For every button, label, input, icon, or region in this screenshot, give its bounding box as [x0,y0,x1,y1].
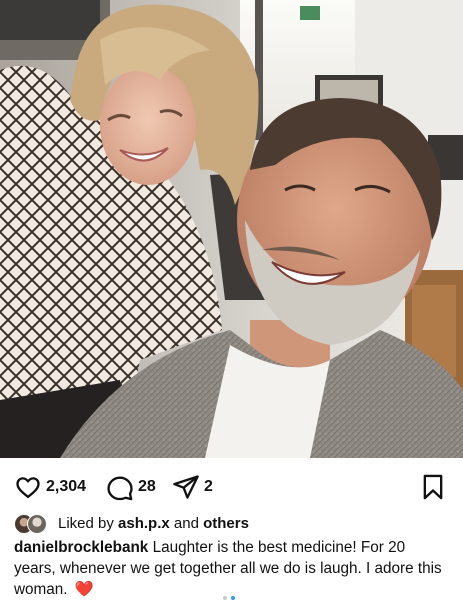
share-count[interactable]: 2 [204,478,213,496]
liked-by-username[interactable]: ash.p.x [118,515,170,532]
paper-plane-icon [172,473,200,501]
caption-username[interactable]: danielbrocklebank [14,539,148,556]
save-button[interactable] [420,470,446,504]
carousel-dots [223,596,237,600]
comment-button[interactable]: 28 [106,470,156,504]
like-button[interactable]: 2,304 [14,470,86,504]
liked-by-prefix: Liked by [58,514,114,532]
liked-by-others[interactable]: others [203,515,249,532]
selfie-image [0,0,463,458]
red-heart-emoji: ❤️ [74,581,94,598]
comment-count[interactable]: 28 [138,478,156,496]
liked-by-and: and [173,514,199,532]
share-button[interactable]: 2 [172,470,213,504]
liker-avatars[interactable] [14,512,54,534]
liked-by-row: Liked by ash.p.x and others [14,512,249,534]
post-photo[interactable] [0,0,463,458]
post-action-bar: 2,304 28 2 [0,470,463,504]
post-caption: danielbrocklebank Laughter is the best m… [14,537,450,600]
avatar[interactable] [27,514,47,534]
comment-bubble-icon [106,473,134,501]
heart-outline-icon [14,473,42,501]
bookmark-icon [420,473,446,501]
like-count[interactable]: 2,304 [46,478,86,496]
